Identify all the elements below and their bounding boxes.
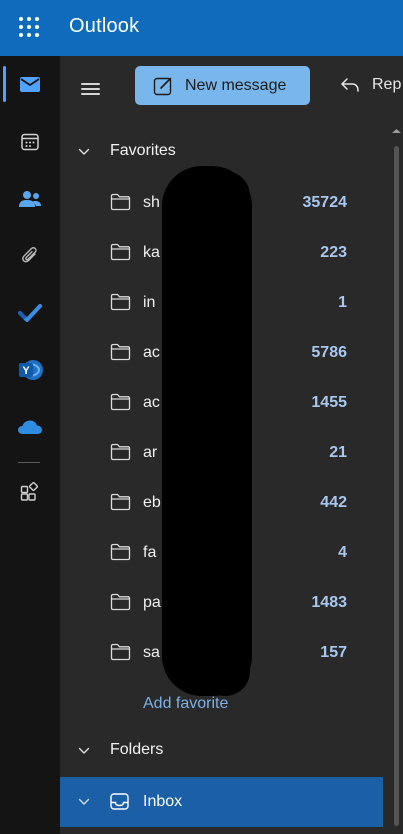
app-rail: Y — [0, 56, 60, 834]
favorite-label: eb — [143, 494, 161, 511]
unread-count: 1483 — [311, 594, 347, 611]
hamburger-menu-icon[interactable] — [81, 81, 100, 97]
rail-mail[interactable] — [0, 56, 60, 112]
unread-count: 1 — [338, 294, 347, 311]
add-favorite-link[interactable]: Add favorite — [143, 695, 228, 713]
folder-icon — [110, 443, 131, 461]
chevron-down-icon — [78, 747, 90, 754]
unread-count: 223 — [320, 244, 347, 261]
favorite-label: sh — [143, 194, 160, 211]
people-icon — [19, 191, 41, 207]
favorite-label: ka — [143, 244, 160, 261]
folder-icon — [110, 343, 131, 361]
unread-count: 157 — [320, 644, 347, 661]
rail-yammer[interactable]: Y — [0, 342, 60, 398]
svg-text:Y: Y — [22, 365, 30, 377]
folders-heading: Folders — [110, 741, 164, 758]
todo-check-icon — [18, 304, 42, 322]
unread-count: 442 — [320, 494, 347, 511]
favorite-label: fa — [143, 544, 157, 561]
folder-icon — [110, 243, 131, 261]
inbox-label: Inbox — [143, 793, 183, 810]
app-title[interactable]: Outlook — [69, 15, 139, 38]
favorite-label: ac — [143, 394, 160, 411]
reply-button[interactable]: Rep — [340, 76, 401, 94]
favorite-label: in — [143, 294, 156, 311]
top-bar: Outlook — [0, 0, 403, 56]
folder-icon — [110, 393, 131, 411]
favorite-label: ac — [143, 344, 160, 361]
unread-count: 35724 — [302, 194, 348, 211]
favorites-header[interactable]: Favorites — [60, 134, 390, 170]
reply-label: Rep — [372, 76, 402, 93]
favorites-heading: Favorites — [110, 142, 176, 159]
app-launcher-icon[interactable] — [19, 17, 39, 37]
folder-pane: New message Rep Favorites sh 35724 ka 22… — [60, 56, 403, 834]
folder-inbox[interactable]: Inbox — [60, 777, 383, 827]
rail-apps[interactable] — [0, 464, 60, 520]
rail-calendar[interactable] — [0, 114, 60, 170]
mail-icon — [20, 76, 40, 92]
unread-count: 1455 — [311, 394, 347, 411]
rail-todo[interactable] — [0, 285, 60, 341]
folder-icon — [110, 643, 131, 661]
reply-icon — [341, 78, 359, 92]
redaction-overlay — [200, 171, 250, 696]
scroll-up-arrow-icon[interactable] — [390, 128, 403, 134]
favorite-label: sa — [143, 644, 160, 661]
calendar-icon — [21, 133, 39, 151]
new-message-label: New message — [185, 77, 287, 94]
unread-count: 21 — [329, 444, 347, 461]
folders-header[interactable]: Folders — [60, 733, 390, 769]
scrollbar-thumb[interactable] — [394, 146, 399, 826]
rail-onedrive[interactable] — [0, 399, 60, 455]
attachment-icon — [22, 247, 37, 263]
chevron-down-icon — [78, 148, 90, 155]
folder-icon — [110, 493, 131, 511]
apps-icon — [20, 482, 39, 501]
folder-icon — [110, 193, 131, 211]
favorite-label: ar — [143, 444, 158, 461]
rail-people[interactable] — [0, 171, 60, 227]
yammer-icon: Y — [19, 360, 43, 380]
compose-icon — [153, 77, 172, 96]
rail-divider — [18, 462, 40, 463]
new-message-button[interactable]: New message — [135, 66, 310, 105]
rail-files[interactable] — [0, 228, 60, 284]
folder-icon — [110, 593, 131, 611]
folder-icon — [110, 543, 131, 561]
chevron-down-icon — [78, 798, 90, 805]
unread-count: 5786 — [311, 344, 347, 361]
folder-icon — [110, 293, 131, 311]
onedrive-icon — [18, 420, 42, 434]
inbox-icon — [110, 793, 129, 810]
favorite-label: pa — [143, 594, 161, 611]
unread-count: 4 — [338, 544, 347, 561]
